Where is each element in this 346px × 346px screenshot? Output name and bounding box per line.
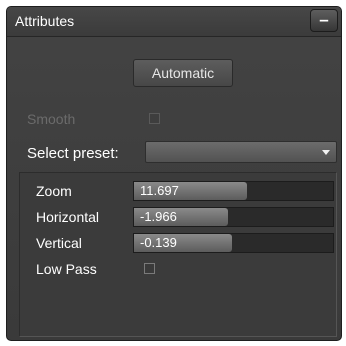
vertical-row: Vertical -0.139 [20, 233, 336, 255]
panel-title: Attributes [15, 13, 75, 29]
vertical-slider[interactable]: -0.139 [133, 233, 334, 253]
vertical-value: -0.139 [140, 235, 177, 250]
low-pass-label: Low Pass [36, 261, 97, 277]
collapse-button[interactable]: – [310, 9, 338, 32]
low-pass-checkbox[interactable] [144, 263, 155, 274]
attributes-panel: Attributes – Automatic Smooth Select pre… [6, 6, 342, 341]
horizontal-label: Horizontal [36, 209, 100, 225]
preset-dropdown[interactable] [145, 141, 337, 163]
panel-titlebar: Attributes – [7, 7, 341, 37]
smooth-label: Smooth [27, 111, 76, 127]
zoom-value: 11.697 [140, 183, 179, 198]
vertical-label: Vertical [36, 235, 82, 251]
horizontal-slider[interactable]: -1.966 [133, 207, 334, 227]
zoom-label: Zoom [36, 183, 72, 199]
low-pass-row: Low Pass [20, 259, 336, 281]
chevron-down-icon [322, 150, 330, 155]
transform-group: Zoom 11.697 Horizontal -1.966 Vertical -… [19, 172, 337, 337]
zoom-row: Zoom 11.697 [20, 181, 336, 203]
automatic-button[interactable]: Automatic [133, 59, 233, 87]
horizontal-row: Horizontal -1.966 [20, 207, 336, 229]
select-preset-label: Select preset: [27, 145, 119, 162]
smooth-checkbox[interactable] [149, 113, 160, 124]
horizontal-value: -1.966 [140, 209, 177, 224]
zoom-slider[interactable]: 11.697 [133, 181, 334, 201]
